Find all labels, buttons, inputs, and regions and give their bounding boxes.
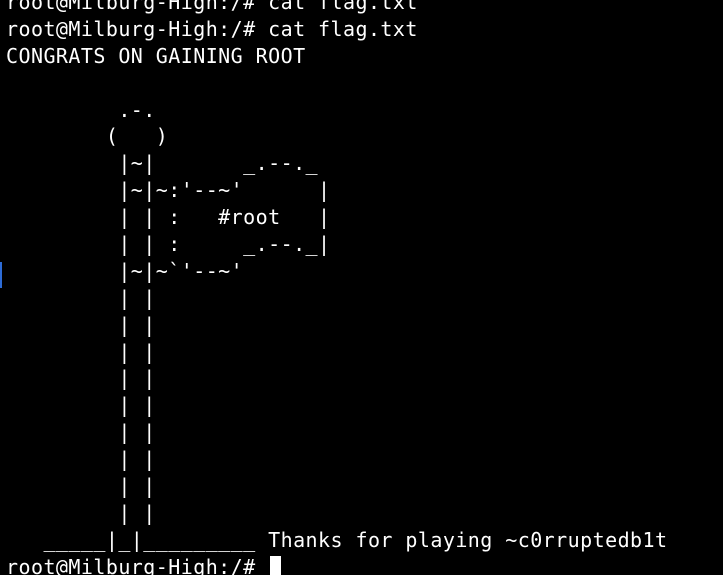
terminal-line: |~| _.--._ <box>6 151 319 176</box>
shell-prompt: root@Milburg-High:/# <box>6 554 269 575</box>
terminal-line: | | <box>6 447 156 472</box>
terminal-line: root@Milburg-High:/# cat flag.txt <box>6 16 418 41</box>
terminal-output: root@Milburg-High:/# cat flag.txt root@Mi… <box>6 0 668 575</box>
terminal-line: _____|_|_________ Thanks for playing ~c0… <box>6 527 668 552</box>
terminal-line: | | <box>6 285 156 310</box>
terminal-line: ( ) <box>6 124 169 149</box>
terminal-line: | | <box>6 500 156 525</box>
terminal-line: root@Milburg-High:/# cat flag.txt <box>6 0 418 14</box>
terminal-line: | | : _.--._| <box>6 232 331 257</box>
scroll-marker <box>0 262 2 288</box>
text-cursor <box>270 555 282 575</box>
terminal-window[interactable]: root@Milburg-High:/# cat flag.txt root@Mi… <box>0 0 723 575</box>
terminal-line: | | <box>6 420 156 445</box>
terminal-line: .-. <box>6 97 156 122</box>
terminal-line: | | <box>6 339 156 364</box>
prompt-line[interactable]: root@Milburg-High:/# <box>6 554 668 575</box>
terminal-line: |~|~`'--~' <box>6 258 244 283</box>
terminal-line: | | : #root | <box>6 205 331 230</box>
terminal-line: |~|~:'--~' | <box>6 178 331 203</box>
terminal-line: | | <box>6 366 156 391</box>
terminal-line: CONGRATS ON GAINING ROOT <box>6 43 306 68</box>
terminal-line: | | <box>6 393 156 418</box>
terminal-line: | | <box>6 474 156 499</box>
terminal-line: | | <box>6 312 156 337</box>
